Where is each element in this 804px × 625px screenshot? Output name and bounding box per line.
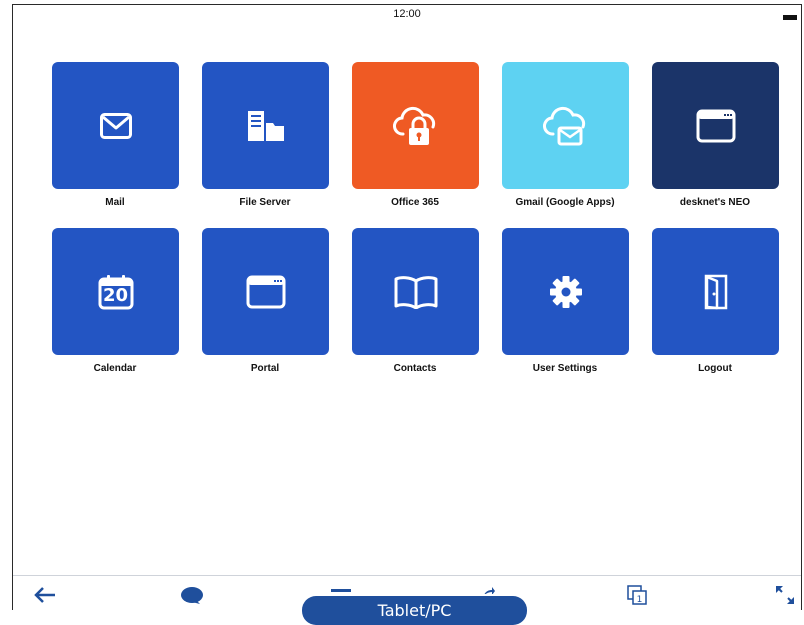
tile-label-portal: Portal xyxy=(250,363,280,374)
gear-icon xyxy=(549,275,583,309)
calendar-icon: 20 xyxy=(98,274,134,310)
tile-contacts[interactable] xyxy=(352,228,479,355)
tile-label-logout: Logout xyxy=(698,363,732,374)
browser-window-icon xyxy=(246,275,286,309)
tile-file-server[interactable] xyxy=(202,62,329,189)
door-icon xyxy=(704,274,728,310)
tile-label-calendar: Calendar xyxy=(93,363,137,374)
tile-desknets-neo[interactable] xyxy=(652,62,779,189)
tile-label-user-settings: User Settings xyxy=(532,363,598,374)
expand-icon[interactable] xyxy=(767,582,803,608)
back-arrow-icon[interactable] xyxy=(27,582,63,608)
app-grid: Mail File Server Office 365 Gmail (Googl… xyxy=(52,62,792,382)
file-server-icon xyxy=(246,109,286,143)
tile-label-desknets-neo: desknet's NEO xyxy=(679,197,751,208)
tile-logout[interactable] xyxy=(652,228,779,355)
device-type-badge: Tablet/PC xyxy=(302,596,527,625)
tile-mail[interactable] xyxy=(52,62,179,189)
tile-calendar[interactable]: 20 xyxy=(52,228,179,355)
battery-icon xyxy=(783,15,797,20)
svg-text:1: 1 xyxy=(637,595,643,605)
chat-bubble-icon[interactable] xyxy=(174,582,210,608)
status-time: 12:00 xyxy=(393,8,421,20)
tile-label-file-server: File Server xyxy=(239,197,291,208)
tile-label-mail: Mail xyxy=(105,197,125,208)
tile-label-office-365: Office 365 xyxy=(391,197,439,208)
calendar-day: 20 xyxy=(102,284,129,306)
tile-user-settings[interactable] xyxy=(502,228,629,355)
tile-gmail[interactable] xyxy=(502,62,629,189)
tile-label-contacts: Contacts xyxy=(393,363,437,374)
device-frame: 12:00 Mail File Server Office 365 Gmail … xyxy=(12,4,802,610)
tile-office-365[interactable] xyxy=(352,62,479,189)
mail-icon xyxy=(99,112,132,139)
book-icon xyxy=(393,275,439,309)
cloud-lock-icon xyxy=(391,104,441,148)
tile-portal[interactable] xyxy=(202,228,329,355)
status-bar: 12:00 xyxy=(13,4,801,26)
tile-label-gmail: Gmail (Google Apps) xyxy=(515,197,615,208)
page-copy-icon[interactable]: 1 xyxy=(619,582,655,608)
cloud-mail-icon xyxy=(541,104,591,148)
browser-window-icon xyxy=(696,109,736,143)
